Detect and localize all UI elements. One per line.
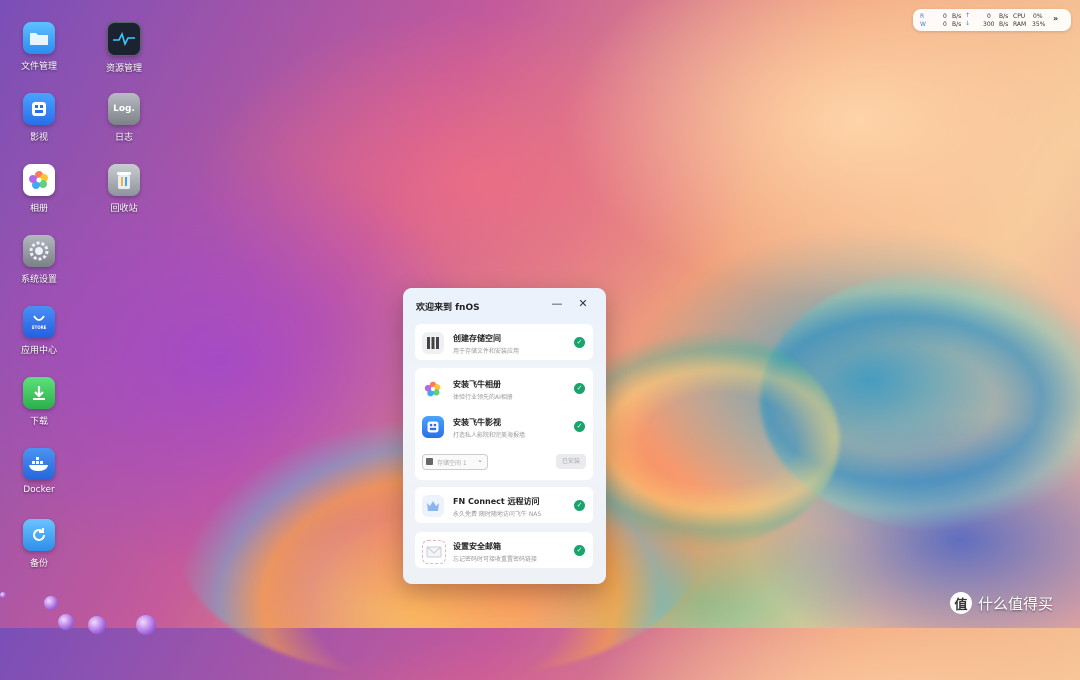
film-icon (23, 93, 55, 125)
read-label: R (920, 13, 925, 20)
write-label: W (920, 21, 926, 28)
desktop-icon-label: 回收站 (110, 204, 138, 214)
crown-icon (422, 495, 444, 517)
decorative-bubble (88, 616, 106, 634)
desktop-icon-settings[interactable]: 系统设置 (4, 235, 74, 285)
setup-item-email[interactable]: 设置安全邮箱 忘记密码时可接收重置密码链接 ✓ (415, 534, 593, 566)
item-title: 安装飞牛相册 (453, 380, 501, 389)
setup-item-photos[interactable]: 安装飞牛相册 体验行业领先的AI相册 ✓ (415, 372, 593, 404)
store-icon: STORE (23, 306, 55, 338)
photos-icon (422, 378, 444, 400)
desktop-icon-label: 下载 (29, 417, 48, 427)
desktop-icon-log[interactable]: Log. 日志 (89, 93, 159, 143)
setup-item-fn-connect[interactable]: FN Connect 远程访问 永久免费 随时随地访问飞牛 NAS ✓ (415, 489, 593, 521)
upload-unit: B/s (999, 13, 1009, 20)
mail-icon (422, 540, 446, 564)
storage-select-icon (426, 458, 433, 465)
docker-icon (23, 448, 55, 480)
check-icon: ✓ (574, 500, 585, 511)
system-status-widget[interactable]: R W 0 0 B/s B/s ↑ ↓ 0 300 B/s B/s CPU RA… (913, 9, 1071, 31)
item-description: 体验行业领先的AI相册 (453, 394, 513, 401)
welcome-window[interactable]: 欢迎来到 fnOS — ✕ 创建存储空间 用于存储文件和安装应用 ✓ 安装飞牛相… (403, 288, 606, 584)
upload-value: 0 (987, 13, 991, 20)
desktop-icon-file-manager[interactable]: 文件管理 (4, 22, 74, 72)
storage-select-value: 存储空间 1 (437, 460, 467, 467)
log-icon: Log. (108, 93, 140, 125)
watermark-logo-icon: 值 (950, 592, 972, 614)
check-icon: ✓ (574, 383, 585, 394)
desktop-icon-label: 系统设置 (20, 275, 57, 285)
storage-icon (422, 332, 444, 354)
storage-select[interactable]: 存储空间 1 ⌄ (422, 454, 488, 470)
window-title: 欢迎来到 fnOS (416, 303, 480, 313)
item-description: 打造私人影院和完美海报墙 (453, 432, 526, 439)
desktop-icon-label: 备份 (29, 559, 48, 569)
download-icon (23, 377, 55, 409)
desktop-icon-label: 文件管理 (20, 62, 57, 72)
decorative-bubble (44, 596, 58, 610)
desktop-icon-photos[interactable]: 相册 (4, 164, 74, 214)
desktop-icon-label: Docker (23, 485, 55, 495)
chevron-down-icon: ⌄ (477, 456, 483, 464)
item-description: 永久免费 随时随地访问飞牛 NAS (453, 511, 542, 518)
setup-card-email: 设置安全邮箱 忘记密码时可接收重置密码链接 ✓ (415, 532, 593, 568)
desktop-icon-label: 日志 (114, 133, 133, 143)
download-unit: B/s (999, 21, 1009, 28)
setup-card-connect: FN Connect 远程访问 永久免费 随时随地访问飞牛 NAS ✓ (415, 487, 593, 523)
chevron-down-icon[interactable]: » (1053, 14, 1058, 23)
desktop-icon-download[interactable]: 下载 (4, 377, 74, 427)
folder-icon (23, 22, 55, 54)
item-title: 安装飞牛影视 (453, 418, 501, 427)
backup-icon (23, 519, 55, 551)
item-description: 用于存储文件和安装应用 (453, 348, 520, 355)
read-unit: B/s (952, 13, 962, 20)
ram-label: RAM (1013, 21, 1027, 28)
cpu-value: 0% (1033, 13, 1043, 20)
desktop-icon-label: 相册 (29, 204, 48, 214)
desktop-icon-label: 资源管理 (105, 64, 142, 74)
decorative-bubble (0, 592, 6, 598)
setup-item-video[interactable]: 安装飞牛影视 打造私人影院和完美海报墙 ✓ (415, 410, 593, 442)
decorative-bubble (136, 615, 156, 635)
gear-icon (23, 235, 55, 267)
setup-card-apps: 安装飞牛相册 体验行业领先的AI相册 ✓ 安装飞牛影视 打造私人影院和完美海报墙… (415, 368, 593, 480)
cpu-label: CPU (1013, 13, 1026, 20)
log-badge: Log. (113, 104, 135, 114)
installed-button[interactable]: 已安装 (556, 454, 586, 469)
watermark: 值 什么值得买 (950, 592, 1053, 614)
minimize-button[interactable]: — (550, 297, 564, 310)
check-icon: ✓ (574, 337, 585, 348)
item-title: FN Connect 远程访问 (453, 497, 540, 506)
setup-item-storage[interactable]: 创建存储空间 用于存储文件和安装应用 ✓ (415, 326, 593, 358)
film-icon (422, 416, 444, 438)
watermark-text: 什么值得买 (978, 594, 1054, 613)
item-description: 忘记密码时可接收重置密码链接 (453, 556, 538, 563)
ram-value: 35% (1032, 21, 1046, 28)
desktop-icon-label: 应用中心 (20, 346, 57, 356)
desktop-icon-video[interactable]: 影视 (4, 93, 74, 143)
desktop-icon-app-center[interactable]: STORE 应用中心 (4, 306, 74, 356)
desktop-icon-label: 影视 (29, 133, 48, 143)
desktop-icon-backup[interactable]: 备份 (4, 519, 74, 569)
monitor-icon (107, 22, 141, 56)
photos-icon (23, 164, 55, 196)
trash-icon (108, 164, 140, 196)
item-title: 创建存储空间 (453, 334, 501, 343)
setup-card-storage: 创建存储空间 用于存储文件和安装应用 ✓ (415, 324, 593, 360)
upload-arrow-icon: ↑ (965, 12, 971, 19)
check-icon: ✓ (574, 545, 585, 556)
close-button[interactable]: ✕ (576, 297, 590, 310)
download-arrow-icon: ↓ (965, 20, 971, 27)
write-value: 0 (943, 21, 947, 28)
desktop-icon-docker[interactable]: Docker (4, 448, 74, 495)
item-title: 设置安全邮箱 (453, 542, 501, 551)
check-icon: ✓ (574, 421, 585, 432)
download-value: 300 (983, 21, 995, 28)
read-value: 0 (943, 13, 947, 20)
write-unit: B/s (952, 21, 962, 28)
desktop-icon-resource-monitor[interactable]: 资源管理 (89, 22, 159, 74)
store-badge: STORE (31, 324, 47, 330)
desktop-icon-trash[interactable]: 回收站 (89, 164, 159, 214)
